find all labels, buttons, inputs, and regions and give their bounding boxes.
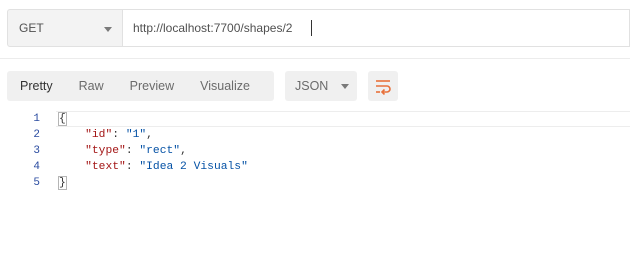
code-text: {	[58, 111, 67, 127]
json-value: "rect"	[139, 145, 181, 157]
wrap-lines-button[interactable]	[368, 71, 398, 101]
line-number: 1	[33, 113, 40, 125]
code-text: "id": "1",	[85, 129, 153, 141]
request-bar: GET	[7, 9, 630, 47]
wrap-lines-icon	[376, 80, 391, 95]
response-body-editor[interactable]: 1 { 2 "id": "1", 3 "type": "rect", 4 "te…	[0, 111, 630, 262]
line-number: 5	[33, 177, 40, 189]
text-cursor	[311, 20, 312, 36]
active-line-highlight	[56, 111, 630, 127]
url-input[interactable]	[123, 9, 630, 47]
format-dropdown[interactable]: JSON	[285, 71, 357, 101]
line-number: 3	[33, 145, 40, 157]
code-line: 2 "id": "1",	[0, 127, 630, 143]
method-label: GET	[19, 21, 44, 35]
code-line: 1 {	[0, 111, 630, 127]
view-mode-tabs: Pretty Raw Preview Visualize	[7, 71, 274, 101]
json-key: "type"	[85, 145, 126, 157]
tab-preview[interactable]: Preview	[117, 71, 187, 101]
method-dropdown[interactable]: GET	[7, 9, 123, 47]
open-brace: {	[58, 112, 67, 126]
line-number: 2	[33, 129, 40, 141]
tab-pretty[interactable]: Pretty	[7, 71, 66, 101]
response-view-toolbar: Pretty Raw Preview Visualize JSON	[7, 71, 630, 101]
json-value: "Idea 2 Visuals"	[139, 161, 248, 173]
code-line: 5 }	[0, 175, 630, 191]
tab-visualize[interactable]: Visualize	[187, 71, 263, 101]
json-key: "text"	[85, 161, 126, 173]
chevron-down-icon	[104, 27, 112, 32]
code-line: 4 "text": "Idea 2 Visuals"	[0, 159, 630, 175]
format-label: JSON	[295, 79, 329, 93]
divider	[0, 58, 630, 59]
code-text: }	[58, 175, 67, 191]
close-brace: }	[58, 176, 67, 190]
json-key: "id"	[85, 129, 113, 141]
code-line: 3 "type": "rect",	[0, 143, 630, 159]
chevron-down-icon	[341, 84, 349, 89]
json-value: "1"	[125, 129, 147, 141]
code-text: "type": "rect",	[85, 145, 187, 157]
code-text: "text": "Idea 2 Visuals"	[85, 161, 248, 173]
tab-raw[interactable]: Raw	[66, 71, 117, 101]
line-number: 4	[33, 161, 40, 173]
